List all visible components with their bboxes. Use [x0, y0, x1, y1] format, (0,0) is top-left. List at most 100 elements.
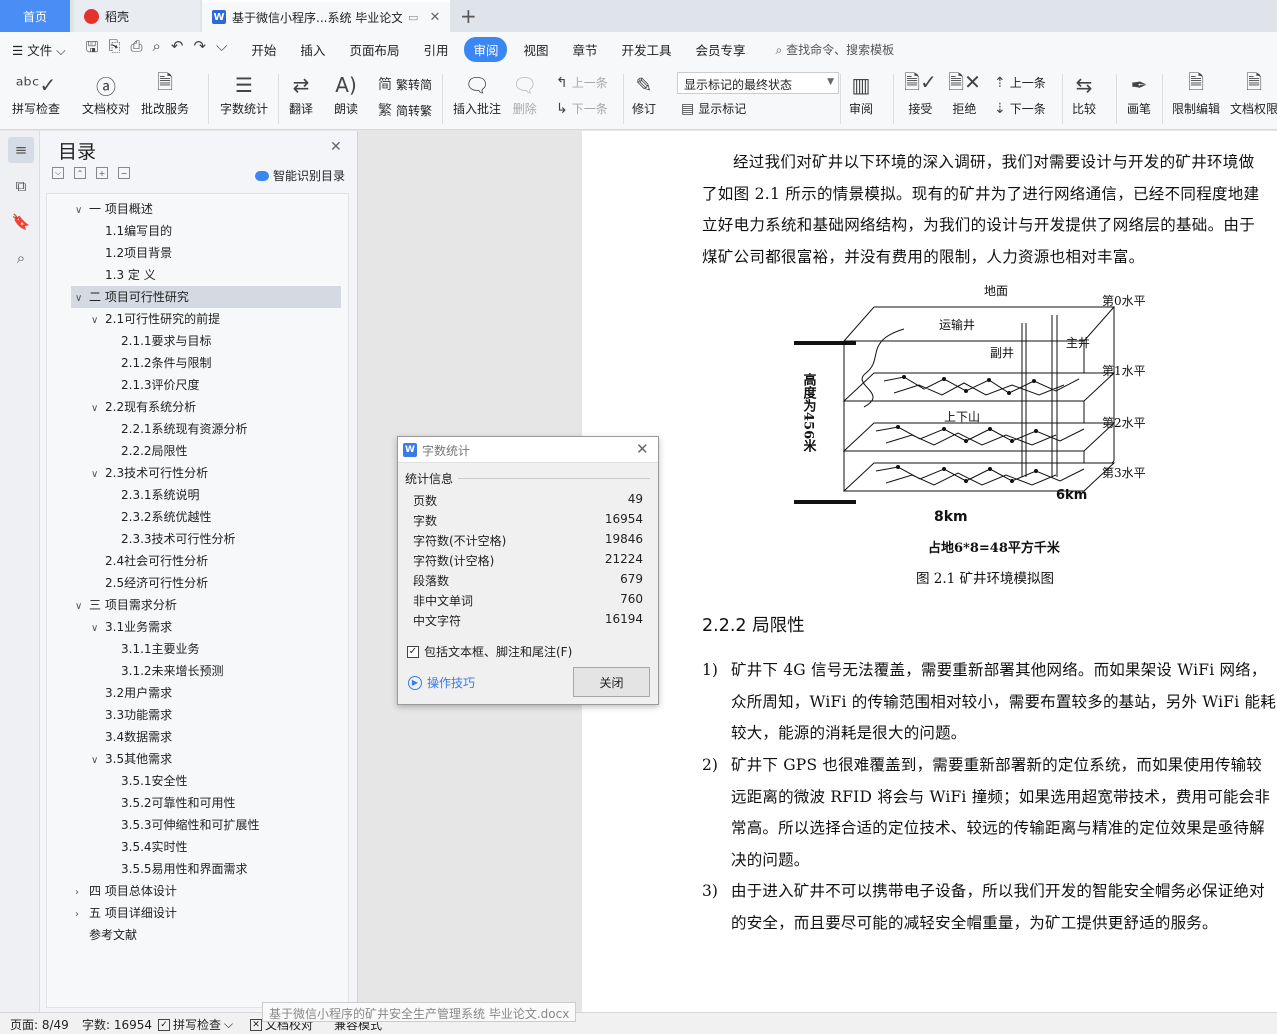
- compare-button[interactable]: ⇆ 比较: [1072, 70, 1096, 117]
- toc-item[interactable]: 3.2用户需求: [47, 682, 172, 704]
- chevron-down-icon[interactable]: ∨: [91, 398, 105, 420]
- command-search[interactable]: ⌕ 查找命令、搜索模板: [776, 41, 895, 58]
- toc-item[interactable]: 2.3.2系统优越性: [47, 506, 212, 528]
- chevron-down-icon[interactable]: ∨: [75, 596, 89, 618]
- read-aloud-button[interactable]: A) 朗读: [334, 70, 358, 117]
- expand-up-icon[interactable]: ⌃: [74, 167, 86, 179]
- reject-button[interactable]: 🗎✕ 拒绝: [948, 70, 981, 117]
- word-count-button[interactable]: ☰ 字数统计: [220, 70, 268, 117]
- collapse-all-icon[interactable]: ⌵: [52, 167, 64, 179]
- menu-member[interactable]: 会员专享: [684, 40, 758, 59]
- toc-item[interactable]: 3.5.3可伸缩性和可扩展性: [47, 814, 260, 836]
- toc-panel-icon[interactable]: ≡: [8, 137, 34, 163]
- menu-review[interactable]: 审阅: [464, 36, 508, 62]
- toc-item[interactable]: 3.3功能需求: [47, 704, 172, 726]
- close-icon[interactable]: ✕: [636, 440, 649, 458]
- accept-button[interactable]: 🗎✓ 接受: [904, 70, 937, 117]
- toc-item[interactable]: ∨ 2.3技术可行性分析: [47, 462, 208, 484]
- next-comment-button[interactable]: ↳ 下一条: [556, 100, 608, 117]
- ai-toc-button[interactable]: 智能识别目录: [255, 167, 345, 184]
- toc-item[interactable]: ∨ 2.1可行性研究的前提: [47, 308, 220, 330]
- toc-item[interactable]: 3.5.1安全性: [47, 770, 188, 792]
- dialog-titlebar[interactable]: W 字数统计 ✕: [398, 437, 658, 463]
- section-nav-icon[interactable]: ⧉: [8, 173, 34, 199]
- toc-item[interactable]: ∨ 2.2现有系统分析: [47, 396, 196, 418]
- menu-view[interactable]: 视图: [511, 40, 560, 59]
- file-menu[interactable]: ☰ 文件 ⌵: [0, 40, 78, 59]
- toc-item[interactable]: ∨ 三 项目需求分析: [47, 594, 177, 616]
- toc-item[interactable]: 1.3 定 义: [47, 264, 156, 286]
- new-tab-button[interactable]: +: [460, 4, 477, 28]
- chevron-down-icon[interactable]: ∨: [75, 288, 89, 310]
- tab-home[interactable]: 首页: [0, 0, 70, 32]
- toc-item[interactable]: 3.5.5易用性和界面需求: [47, 858, 248, 880]
- remove-heading-icon[interactable]: −: [118, 167, 130, 179]
- document-page[interactable]: 经过我们对矿井以下环境的深入调研，我们对需要设计与开发的矿井环境做了如图 2.1…: [582, 131, 1277, 1012]
- annot-service-button[interactable]: 🗎 批改服务: [141, 70, 189, 117]
- menu-sections[interactable]: 章节: [561, 40, 610, 59]
- show-markup-button[interactable]: ▤ 显示标记: [681, 100, 746, 117]
- toc-item[interactable]: 2.1.2条件与限制: [47, 352, 212, 374]
- customize-icon[interactable]: ⌵: [216, 37, 227, 62]
- toc-item[interactable]: 2.2.1系统现有资源分析: [47, 418, 248, 440]
- toc-item[interactable]: ∨ 3.1业务需求: [47, 616, 172, 638]
- menu-start[interactable]: 开始: [239, 40, 288, 59]
- translate-button[interactable]: ⇄ 翻译: [289, 70, 313, 117]
- toc-item[interactable]: › 四 项目总体设计: [47, 880, 177, 902]
- close-tab-icon[interactable]: ✕: [428, 10, 442, 25]
- toc-item[interactable]: ∨ 3.5其他需求: [47, 748, 172, 770]
- tips-link[interactable]: ▶ 操作技巧: [408, 674, 475, 691]
- chevron-down-icon[interactable]: ∨: [91, 618, 105, 640]
- toc-item[interactable]: 2.1.1要求与目标: [47, 330, 212, 352]
- undo-icon[interactable]: ↶: [171, 37, 184, 62]
- menu-developer[interactable]: 开发工具: [610, 40, 684, 59]
- markup-state-select[interactable]: 显示标记的最终状态 ▼: [677, 72, 839, 94]
- toc-item[interactable]: 2.1.3评价尺度: [47, 374, 200, 396]
- revise-button[interactable]: ✎ 修订: [632, 70, 656, 117]
- monitor-icon[interactable]: ▭: [408, 11, 422, 24]
- search-icon[interactable]: ⌕: [8, 245, 34, 271]
- next-change-button[interactable]: ⇣ 下一条: [994, 100, 1046, 117]
- toc-item[interactable]: 3.5.2可靠性和可用性: [47, 792, 236, 814]
- toc-item[interactable]: 2.3.3技术可行性分析: [47, 528, 236, 550]
- add-heading-icon[interactable]: +: [96, 167, 108, 179]
- menu-insert[interactable]: 插入: [288, 40, 337, 59]
- word-count-indicator[interactable]: 字数: 16954: [82, 1016, 152, 1033]
- tab-daoke[interactable]: 稻壳: [74, 0, 200, 32]
- spell-check-button[interactable]: ᵃᵇᶜ✓ 拼写检查: [12, 70, 60, 117]
- toc-item[interactable]: 参考文献: [47, 924, 137, 946]
- toc-item[interactable]: ∨ 一 项目概述: [47, 198, 153, 220]
- review-pane-button[interactable]: ▥ 审阅: [849, 70, 873, 117]
- chevron-down-icon[interactable]: ∨: [91, 310, 105, 332]
- status-spell-check[interactable]: ✓ 拼写检查 ⌵: [158, 1016, 233, 1033]
- tab-document[interactable]: W 基于微信小程序...系统 毕业论文 ▭ ✕: [202, 0, 450, 32]
- chevron-down-icon[interactable]: ∨: [91, 750, 105, 772]
- delete-comment-button[interactable]: 🗨 删除: [512, 70, 537, 117]
- chevron-right-icon[interactable]: ›: [75, 904, 89, 926]
- restrict-edit-button[interactable]: 🗎 限制编辑: [1172, 70, 1220, 117]
- toc-item[interactable]: 3.5.4实时性: [47, 836, 188, 858]
- toc-item[interactable]: 2.3.1系统说明: [47, 484, 200, 506]
- trad-to-simp-button[interactable]: 简繁转简: [378, 74, 432, 94]
- simp-to-trad-button[interactable]: 繁简转繁: [378, 100, 432, 120]
- toc-item[interactable]: 2.4社会可行性分析: [47, 550, 208, 572]
- toc-item[interactable]: 3.1.2未来增长预测: [47, 660, 224, 682]
- chevron-down-icon[interactable]: ∨: [91, 464, 105, 486]
- save-icon[interactable]: 🖫: [86, 37, 99, 62]
- print-icon[interactable]: ⎙: [130, 37, 142, 62]
- chevron-right-icon[interactable]: ›: [75, 882, 89, 904]
- insert-comment-button[interactable]: 🗨 插入批注: [453, 70, 501, 117]
- menu-layout[interactable]: 页面布局: [337, 40, 411, 59]
- toc-item[interactable]: 1.1编写目的: [47, 220, 172, 242]
- menu-references[interactable]: 引用: [411, 40, 460, 59]
- doc-permission-button[interactable]: 🗎 文档权限: [1230, 70, 1277, 117]
- prev-change-button[interactable]: ⇡ 上一条: [994, 74, 1046, 91]
- include-textbox-checkbox[interactable]: ✓ 包括文本框、脚注和尾注(F): [407, 643, 572, 660]
- redo-icon[interactable]: ↷: [193, 37, 206, 62]
- toc-item[interactable]: 2.5经济可行性分析: [47, 572, 208, 594]
- toc-item[interactable]: ∨ 二 项目可行性研究: [71, 286, 341, 308]
- prev-comment-button[interactable]: ↰ 上一条: [556, 74, 608, 91]
- page-indicator[interactable]: 页面: 8/49: [10, 1016, 69, 1033]
- export-pdf-icon[interactable]: ⎘: [108, 37, 120, 62]
- chevron-down-icon[interactable]: ∨: [75, 200, 89, 222]
